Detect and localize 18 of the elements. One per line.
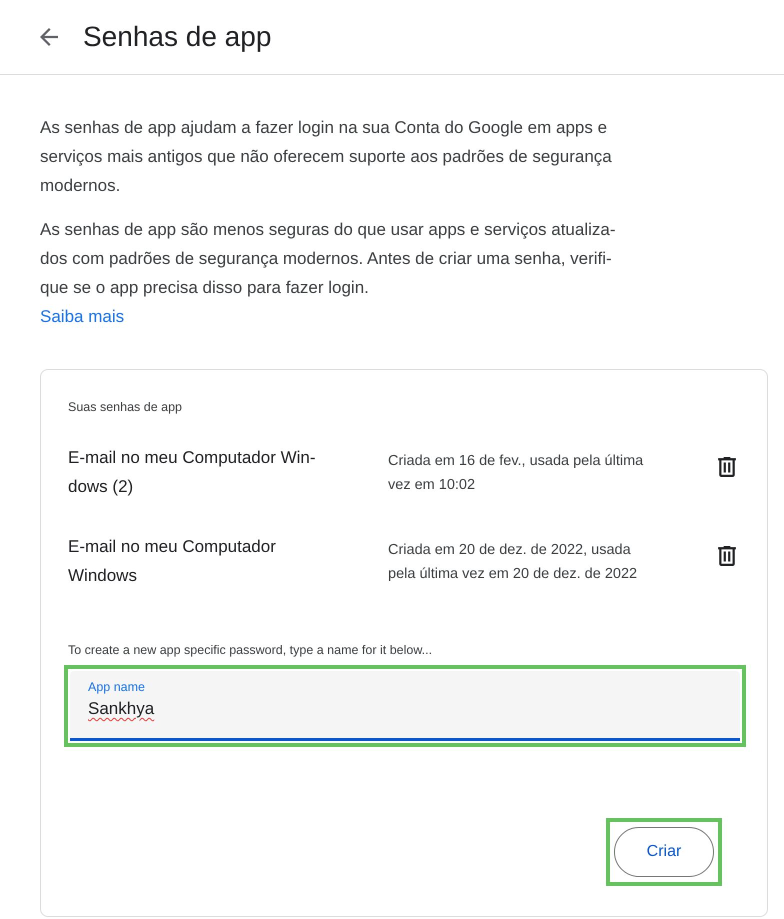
trash-icon xyxy=(718,457,736,477)
create-button[interactable]: Criar xyxy=(614,827,714,877)
back-button[interactable] xyxy=(40,28,58,46)
description-paragraph: As senhas de app são menos seguras do que usar apps e serviços atualiza- dos com padrões de segurança modernos. Antes de criar uma senha, verifi- que se o app precisa disso para fazer login. xyxy=(40,219,617,299)
description-paragraph: As senhas de app ajudam a fazer login na sua Conta do Google em apps e serviços mais antigos que não oferecem suporte aos padrões de segurança modernos. xyxy=(40,117,613,197)
page-title: Senhas de app xyxy=(83,20,272,54)
password-name: E-mail no meu Computador Win- dows (2) xyxy=(68,447,317,498)
learn-more-link[interactable]: Saiba mais xyxy=(40,302,124,331)
password-details: Criada em 20 de dez. de 2022, usada pela última vez em 20 de dez. de 2022 xyxy=(388,541,638,584)
back-arrow-icon xyxy=(40,28,58,46)
delete-button[interactable] xyxy=(716,456,738,478)
password-details: Criada em 16 de fev., usada pela última vez em 10:02 xyxy=(388,452,644,495)
delete-button[interactable] xyxy=(716,545,738,567)
trash-icon xyxy=(718,546,736,566)
section-heading: Suas senhas de app xyxy=(67,399,183,416)
password-name: E-mail no meu Computador Windows xyxy=(68,536,277,587)
instruction-text: To create a new app specific password, type a name for it below... xyxy=(67,642,434,659)
app-name-field[interactable]: App name Sankhya xyxy=(70,671,740,741)
